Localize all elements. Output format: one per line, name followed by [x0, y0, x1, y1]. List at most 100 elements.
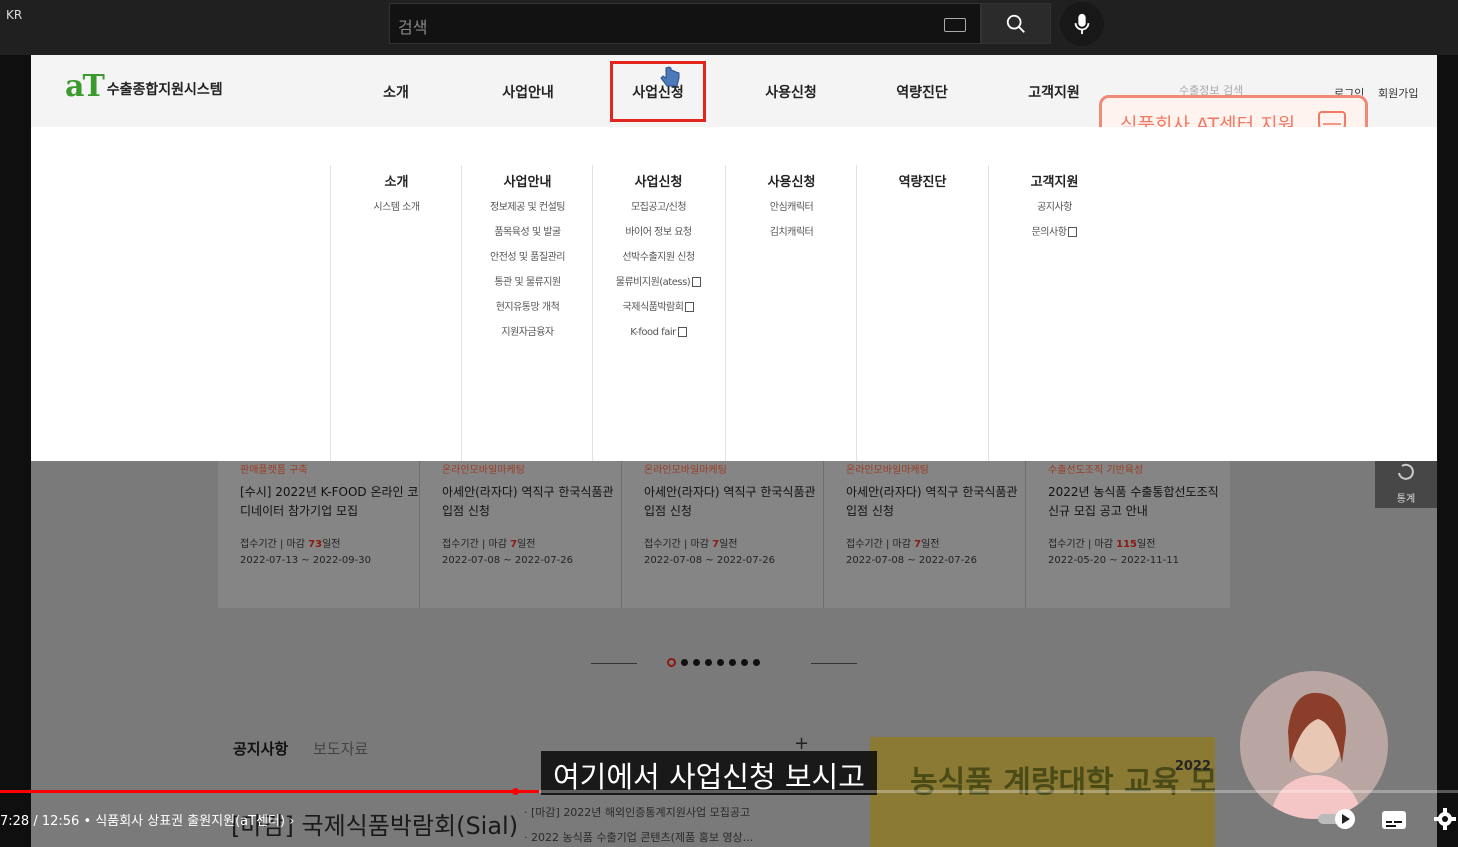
gnb-intro[interactable]: 소개: [383, 82, 409, 102]
card-title: 아세안(라자다) 역직구 한국식품관 입점 신청: [846, 485, 1018, 518]
autoplay-toggle[interactable]: [1318, 808, 1358, 834]
external-link-icon: [692, 277, 702, 287]
card-deadline-prefix: 마감: [892, 539, 911, 550]
chevron-right-icon[interactable]: ›: [289, 814, 294, 829]
pager-dot[interactable]: [693, 659, 700, 666]
menu-link[interactable]: 통관 및 물류지원: [462, 275, 593, 300]
gnb-capability[interactable]: 역량진단: [896, 82, 948, 102]
pager-dot[interactable]: [667, 658, 676, 667]
news-item[interactable]: · [마감] 2022년 해외인증통계지원사업 모집공고: [524, 804, 750, 820]
card-title: 2022년 농식품 수출통합선도조직 신규 모집 공고 안내: [1048, 485, 1219, 518]
card-title: [수시] 2022년 K-FOOD 온라인 코디네이터 참가기업 모집: [240, 485, 419, 518]
voice-search-button[interactable]: [1060, 2, 1104, 46]
card-title: 아세안(라자다) 역직구 한국식품관 입점 신청: [644, 485, 816, 518]
logo-mark: aT: [65, 69, 105, 104]
pager-dot[interactable]: [717, 659, 724, 666]
autoplay-icon: [1318, 809, 1355, 829]
refresh-icon: [1398, 463, 1414, 480]
external-link-icon: [1068, 227, 1078, 237]
keyboard-icon[interactable]: [944, 18, 966, 32]
card-meta: 접수기간 | 마감 115일전: [1048, 539, 1156, 550]
gnb-business-guide[interactable]: 사업안내: [502, 82, 554, 102]
search-icon: [1006, 14, 1025, 33]
next-arrow[interactable]: [811, 663, 857, 664]
search-placeholder: 검색: [398, 18, 428, 37]
card-days-suffix: 일전: [322, 539, 341, 550]
tab-notice[interactable]: 공지사항: [233, 738, 288, 759]
scrubber-handle[interactable]: [512, 788, 519, 795]
menu-link[interactable]: 국제식품박람회: [593, 300, 724, 325]
card-meta: 접수기간 | 마감 7일전: [846, 539, 940, 550]
card-dates: 2022-05-20 ~ 2022-11-11: [1048, 555, 1179, 566]
pager-dot[interactable]: [705, 659, 712, 666]
stats-label: 통계: [1396, 494, 1416, 505]
prev-arrow[interactable]: [591, 663, 637, 664]
notice-card[interactable]: 판매플랫폼 구축 [수시] 2022년 K-FOOD 온라인 코디네이터 참가기…: [218, 461, 420, 608]
menu-link-label: 문의사항: [1031, 227, 1067, 238]
card-dates: 2022-07-08 ~ 2022-07-26: [846, 555, 977, 566]
card-dates: 2022-07-08 ~ 2022-07-26: [644, 555, 775, 566]
notice-card[interactable]: 온라인모바일마케팅 아세안(라자다) 역직구 한국식품관 입점 신청 접수기간 …: [622, 461, 824, 608]
menu-link[interactable]: 김치캐릭터: [726, 225, 857, 250]
news-item[interactable]: · 2022 농식품 수출기업 콘텐츠(제품 홍보 영상...: [524, 829, 753, 845]
menu-column-intro: 소개 시스템 소개: [330, 165, 462, 461]
card-deadline-prefix: 마감: [286, 539, 305, 550]
menu-link[interactable]: 정보제공 및 컨설팅: [462, 200, 593, 225]
pager-dot[interactable]: [753, 659, 760, 666]
card-deadline-prefix: 마감: [690, 539, 709, 550]
stats-button[interactable]: 통계: [1375, 461, 1437, 508]
menu-link[interactable]: 안심캐릭터: [726, 200, 857, 225]
card-days-suffix: 일전: [921, 539, 940, 550]
notice-card[interactable]: 온라인모바일마케팅 아세안(라자다) 역직구 한국식품관 입점 신청 접수기간 …: [420, 461, 622, 608]
menu-link[interactable]: 물류비지원(atess): [593, 275, 724, 300]
card-category: 수출선도조직 기반육성: [1048, 465, 1144, 476]
menu-link[interactable]: 현지유통망 개척: [462, 300, 593, 325]
menu-link[interactable]: 문의사항: [989, 225, 1120, 250]
subtitles-button[interactable]: [1381, 810, 1407, 834]
card-category: 온라인모바일마케팅: [644, 465, 727, 476]
external-link-icon: [685, 302, 695, 312]
video-title[interactable]: 식품회사 상표권 출원지원(aT센터): [95, 814, 285, 829]
notice-card[interactable]: 수출선도조직 기반육성 2022년 농식품 수출통합선도조직 신규 모집 공고 …: [1026, 461, 1228, 608]
menu-link[interactable]: 시스템 소개: [331, 200, 462, 225]
menu-column-title: 사용신청: [767, 175, 816, 190]
time-total: 12:56: [41, 814, 80, 829]
gnb-customer[interactable]: 고객지원: [1028, 82, 1080, 102]
menu-link[interactable]: 품목육성 및 발굴: [462, 225, 593, 250]
menu-link[interactable]: 공지사항: [989, 200, 1120, 225]
banner-text: 농식품 계량대학 교육 모집 안내: [910, 765, 1215, 800]
card-meta-label: 접수기간: [846, 539, 883, 550]
presenter-avatar: [1240, 671, 1388, 819]
menu-link[interactable]: 선박수출지원 신청: [593, 250, 724, 275]
notice-card[interactable]: 온라인모바일마케팅 아세안(라자다) 역직구 한국식품관 입점 신청 접수기간 …: [824, 461, 1026, 608]
settings-button[interactable]: [1434, 808, 1456, 834]
card-days: 73: [308, 539, 323, 550]
site-logo[interactable]: aT 수출종합지원시스템: [65, 69, 223, 104]
pager-dot[interactable]: [729, 659, 736, 666]
menu-link[interactable]: 모집공고/신청: [593, 200, 724, 225]
menu-column-customer: 고객지원 공지사항 문의사항: [988, 165, 1120, 461]
search-button[interactable]: [981, 3, 1051, 44]
menu-link[interactable]: 지원자금융자: [462, 325, 593, 350]
gnb-use-apply[interactable]: 사용신청: [765, 82, 817, 102]
menu-link[interactable]: 안전성 및 품질관리: [462, 250, 593, 275]
card-category: 온라인모바일마케팅: [442, 465, 525, 476]
pager-dot[interactable]: [741, 659, 748, 666]
video-progress-fill: [0, 790, 540, 793]
menu-column-title: 사업안내: [503, 175, 552, 190]
card-deadline-prefix: 마감: [1094, 539, 1113, 550]
subtitles-icon: [1382, 811, 1406, 829]
card-meta: 접수기간 | 마감 7일전: [442, 539, 536, 550]
pager-dot[interactable]: [681, 659, 688, 666]
menu-column-title: 소개: [384, 175, 409, 190]
video-progress-bar[interactable]: [0, 790, 1458, 793]
mega-menu: 소개 시스템 소개 사업안내 정보제공 및 컨설팅 품목육성 및 발굴 안전성 …: [31, 127, 1437, 461]
menu-link[interactable]: 바이어 정보 요청: [593, 225, 724, 250]
hand-cursor-icon: [660, 66, 680, 87]
menu-link[interactable]: K-food fair: [593, 325, 724, 350]
card-deadline-prefix: 마감: [488, 539, 507, 550]
signup-link[interactable]: 회원가입: [1378, 85, 1418, 101]
search-input[interactable]: 검색: [389, 3, 981, 44]
tab-press[interactable]: 보도자료: [313, 738, 368, 759]
card-category: 판매플랫폼 구축: [240, 465, 308, 476]
